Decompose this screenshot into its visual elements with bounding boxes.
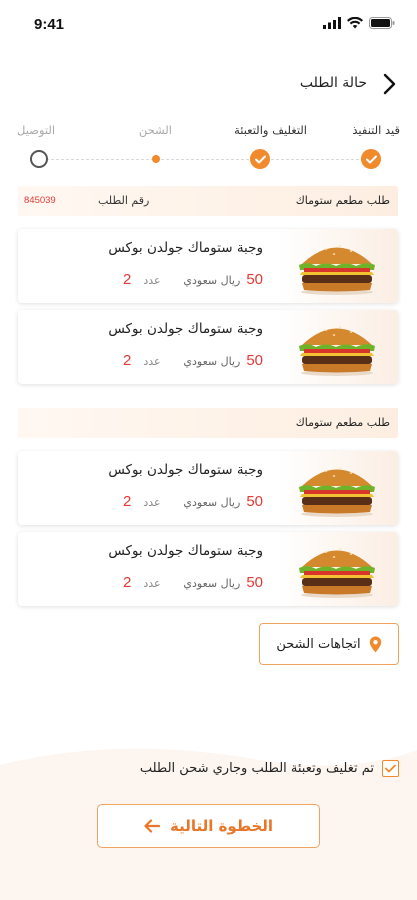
- quantity-value: 2: [123, 493, 132, 510]
- stepper-line: [46, 159, 364, 160]
- step-label-processing: قيد التنفيذ: [352, 123, 400, 137]
- order-item-card[interactable]: وجبة ستوماك جولدن بوكس 50 ريال سعودي عدد…: [18, 310, 398, 384]
- arrow-left-icon: [144, 819, 160, 833]
- status-time: 9:41: [34, 16, 65, 33]
- quantity-value: 2: [123, 352, 132, 369]
- next-step-button[interactable]: الخطوة التالية: [97, 804, 320, 848]
- step-pending-circle: [30, 150, 48, 168]
- confirm-checkbox[interactable]: [382, 760, 399, 777]
- status-bar: 9:41: [0, 0, 417, 48]
- chevron-right-icon: [383, 73, 396, 95]
- signal-icon: [323, 17, 341, 29]
- item-name: وجبة ستوماك جولدن بوكس: [108, 321, 263, 337]
- shipping-directions-button[interactable]: اتجاهات الشحن: [259, 623, 399, 665]
- price-currency: ريال سعودي: [183, 355, 241, 368]
- item-price: 50 ريال سعودي: [183, 493, 263, 510]
- order-item-card[interactable]: وجبة ستوماك جولدن بوكس 50 ريال سعودي عدد…: [18, 229, 398, 303]
- item-name: وجبة ستوماك جولدن بوكس: [108, 240, 263, 256]
- step-label-packaging: التغليف والتعبئة: [234, 123, 307, 137]
- price-value: 50: [246, 271, 263, 288]
- back-button[interactable]: [377, 70, 401, 98]
- burger-image: [299, 467, 375, 517]
- item-price: 50 ريال سعودي: [183, 574, 263, 591]
- order-progress-stepper: قيد التنفيذ التغليف والتعبئة الشحن التوص…: [0, 118, 417, 178]
- shipping-directions-label: اتجاهات الشحن: [276, 636, 361, 652]
- quantity-label: عدد: [143, 577, 161, 590]
- price-currency: ريال سعودي: [183, 496, 241, 509]
- item-quantity: عدد 2: [123, 352, 161, 369]
- item-quantity: عدد 2: [123, 574, 161, 591]
- price-value: 50: [246, 352, 263, 369]
- battery-icon: [369, 17, 395, 29]
- price-currency: ريال سعودي: [183, 577, 241, 590]
- item-image: [278, 229, 398, 303]
- check-icon: [385, 764, 396, 773]
- burger-image: [299, 245, 375, 295]
- item-price: 50 ريال سعودي: [183, 352, 263, 369]
- packaging-confirmation[interactable]: تم تغليف وتعبئة الطلب وجاري شحن الطلب: [140, 760, 399, 777]
- order-number-label: رقم الطلب: [98, 194, 150, 207]
- quantity-label: عدد: [143, 274, 161, 287]
- restaurant-order-title: طلب مطعم ستوماك: [295, 194, 390, 207]
- burger-image: [299, 548, 375, 598]
- burger-image: [299, 326, 375, 376]
- confirm-label: تم تغليف وتعبئة الطلب وجاري شحن الطلب: [139, 761, 374, 776]
- item-price: 50 ريال سعودي: [183, 271, 263, 288]
- restaurant-order-header: طلب مطعم ستوماك: [18, 408, 398, 438]
- item-image: [278, 451, 398, 525]
- quantity-label: عدد: [143, 496, 161, 509]
- item-name: وجبة ستوماك جولدن بوكس: [108, 543, 263, 559]
- price-currency: ريال سعودي: [183, 274, 241, 287]
- item-name: وجبة ستوماك جولدن بوكس: [108, 462, 263, 478]
- next-step-label: الخطوة التالية: [169, 817, 274, 835]
- item-quantity: عدد 2: [123, 493, 161, 510]
- order-item-card[interactable]: وجبة ستوماك جولدن بوكس 50 ريال سعودي عدد…: [18, 532, 398, 606]
- step-label-delivery: التوصيل: [17, 123, 56, 137]
- step-done-check-icon: [250, 149, 270, 169]
- restaurant-order-title: طلب مطعم ستوماك: [295, 416, 390, 429]
- restaurant-order-header: طلب مطعم ستوماك رقم الطلب 845039: [18, 186, 398, 216]
- quantity-value: 2: [123, 574, 132, 591]
- item-image: [278, 532, 398, 606]
- item-quantity: عدد 2: [123, 271, 161, 288]
- page-title: حالة الطلب: [299, 75, 367, 91]
- header: حالة الطلب: [0, 70, 417, 100]
- price-value: 50: [246, 493, 263, 510]
- quantity-label: عدد: [143, 355, 161, 368]
- price-value: 50: [246, 574, 263, 591]
- wifi-icon: [347, 17, 363, 29]
- order-number-value: 845039: [24, 195, 56, 206]
- location-pin-icon: [369, 636, 381, 652]
- quantity-value: 2: [123, 271, 132, 288]
- status-icons: [323, 17, 395, 29]
- step-current-dot: [152, 155, 160, 163]
- step-label-shipping: الشحن: [138, 123, 172, 137]
- item-image: [278, 310, 398, 384]
- order-item-card[interactable]: وجبة ستوماك جولدن بوكس 50 ريال سعودي عدد…: [18, 451, 398, 525]
- step-done-check-icon: [361, 149, 381, 169]
